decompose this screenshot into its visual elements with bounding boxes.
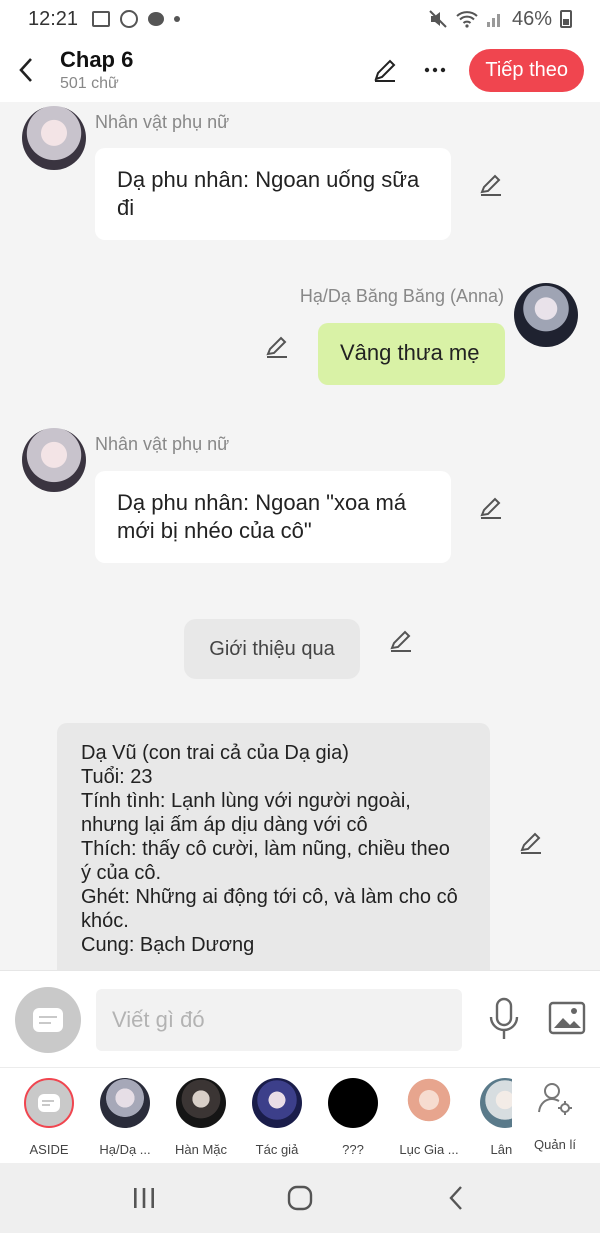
- chat-area[interactable]: Nhân vật phụ nữ Dạ phu nhân: Ngoan uống …: [0, 102, 600, 970]
- more-options-button[interactable]: [419, 54, 451, 86]
- character-label: Hàn Mặc: [174, 1142, 228, 1157]
- character-item[interactable]: ???: [318, 1078, 388, 1157]
- avatar: [328, 1078, 378, 1128]
- avatar[interactable]: [22, 106, 86, 170]
- manage-label: Quản lí: [534, 1137, 576, 1152]
- home-button[interactable]: [280, 1183, 320, 1213]
- character-label: Hạ/Dạ ...: [99, 1142, 151, 1157]
- edit-chapter-button[interactable]: [369, 54, 401, 86]
- pencil-icon: [374, 59, 396, 82]
- avatar: [252, 1078, 302, 1128]
- chat-icon: [148, 12, 165, 26]
- character-bar: ASIDE Hạ/Dạ ... Hàn Mặc Tác giả ??? Lục …: [0, 1067, 600, 1163]
- character-label: ???: [342, 1142, 364, 1157]
- aside-line: Tính tình: Lạnh lùng với người ngoài,: [81, 790, 411, 812]
- more-icon: [425, 67, 446, 73]
- manage-characters-button[interactable]: Quản lí: [520, 1078, 590, 1152]
- header-actions: Tiếp theo: [369, 48, 584, 92]
- message-icon: [38, 1094, 60, 1112]
- message-bubble[interactable]: Dạ phu nhân: Ngoan "xoa má mới bị nhéo c…: [95, 471, 451, 563]
- chapter-titles: Chap 6 501 chữ: [60, 47, 133, 93]
- sender-name: Hạ/Dạ Băng Băng (Anna): [299, 286, 504, 306]
- status-bar: 12:21 46%: [0, 0, 600, 38]
- aside-bubble[interactable]: Dạ Vũ (con trai cả của Dạ gia) Tuổi: 23 …: [57, 723, 490, 970]
- aside-line: Ghét: Những ai động tới cô, và làm cho c…: [81, 886, 458, 908]
- microphone-icon[interactable]: [486, 997, 522, 1043]
- back-button[interactable]: [4, 48, 48, 92]
- aside-line: Dạ Vũ (con trai cả của Dạ gia): [81, 742, 349, 764]
- sender-name: Nhân vật phụ nữ: [95, 112, 230, 132]
- character-item[interactable]: Tác giả: [242, 1078, 312, 1157]
- edit-message-icon[interactable]: [478, 495, 504, 521]
- character-item[interactable]: Hàn Mặc: [166, 1078, 236, 1157]
- gallery-icon: [92, 11, 111, 27]
- aside-line: Thích: thấy cô cười, làm nũng, chiều the…: [81, 838, 450, 860]
- chrome-icon: [120, 10, 139, 28]
- wifi-icon: [456, 11, 478, 28]
- status-right: 46%: [428, 8, 572, 31]
- chapter-header: Chap 6 501 chữ Tiếp theo: [0, 38, 600, 102]
- message-bubble[interactable]: Vâng thưa mẹ: [318, 323, 505, 385]
- user-settings-icon: [538, 1083, 572, 1115]
- aside-line: Tuổi: 23: [81, 766, 153, 788]
- character-item[interactable]: Hạ/Dạ ...: [90, 1078, 160, 1157]
- character-item[interactable]: Lân I: [470, 1078, 512, 1157]
- avatar: [176, 1078, 226, 1128]
- status-time: 12:21: [28, 7, 79, 30]
- aside-avatar: [24, 1078, 74, 1128]
- back-icon: [449, 1186, 462, 1210]
- message-input[interactable]: [96, 989, 462, 1051]
- battery-percent: 46%: [511, 7, 552, 30]
- status-notification-icons: [92, 10, 181, 28]
- system-navigation-bar: [0, 1163, 600, 1233]
- back-nav-button[interactable]: [436, 1183, 476, 1213]
- sender-name: Nhân vật phụ nữ: [95, 434, 230, 454]
- aside-line: nhưng lại ấm áp dịu dàng với cô: [81, 814, 368, 836]
- chapter-title: Chap 6: [60, 47, 134, 72]
- chevron-left-icon: [19, 58, 32, 82]
- recents-icon: [134, 1188, 154, 1208]
- aside-mode-button[interactable]: [15, 987, 81, 1053]
- next-chapter-button[interactable]: Tiếp theo: [469, 48, 584, 92]
- avatar: [404, 1078, 454, 1128]
- aside-line: ý của cô.: [81, 862, 162, 884]
- avatar: [480, 1078, 512, 1128]
- composer-bar: [0, 970, 600, 1067]
- word-count: 501 chữ: [60, 75, 119, 92]
- character-item[interactable]: Lục Gia ...: [394, 1078, 464, 1157]
- mute-icon: [429, 10, 447, 28]
- avatar[interactable]: [22, 428, 86, 492]
- edit-message-icon[interactable]: [264, 334, 290, 360]
- character-label: ASIDE: [29, 1142, 69, 1157]
- edit-message-icon[interactable]: [518, 830, 544, 856]
- character-label: Lân I: [490, 1142, 512, 1157]
- avatar: [100, 1078, 150, 1128]
- dot-icon: [174, 16, 181, 22]
- character-aside[interactable]: ASIDE: [14, 1078, 84, 1157]
- image-icon[interactable]: [548, 1001, 586, 1035]
- battery-icon: [560, 10, 572, 28]
- home-icon: [287, 1185, 313, 1211]
- character-label: Lục Gia ...: [399, 1142, 459, 1157]
- avatar[interactable]: [514, 283, 578, 347]
- edit-message-icon[interactable]: [388, 628, 414, 654]
- narration-bubble[interactable]: Giới thiệu qua: [184, 619, 360, 679]
- recent-apps-button[interactable]: [124, 1183, 164, 1213]
- character-label: Tác giả: [255, 1142, 299, 1157]
- message-icon: [33, 1008, 63, 1032]
- message-bubble[interactable]: Dạ phu nhân: Ngoan uống sữa đi: [95, 148, 451, 240]
- edit-message-icon[interactable]: [478, 172, 504, 198]
- character-list[interactable]: ASIDE Hạ/Dạ ... Hàn Mặc Tác giả ??? Lục …: [0, 1068, 512, 1164]
- signal-icon: [486, 14, 500, 27]
- aside-line: khóc.: [81, 910, 129, 932]
- aside-line: Cung: Bạch Dương: [81, 934, 255, 956]
